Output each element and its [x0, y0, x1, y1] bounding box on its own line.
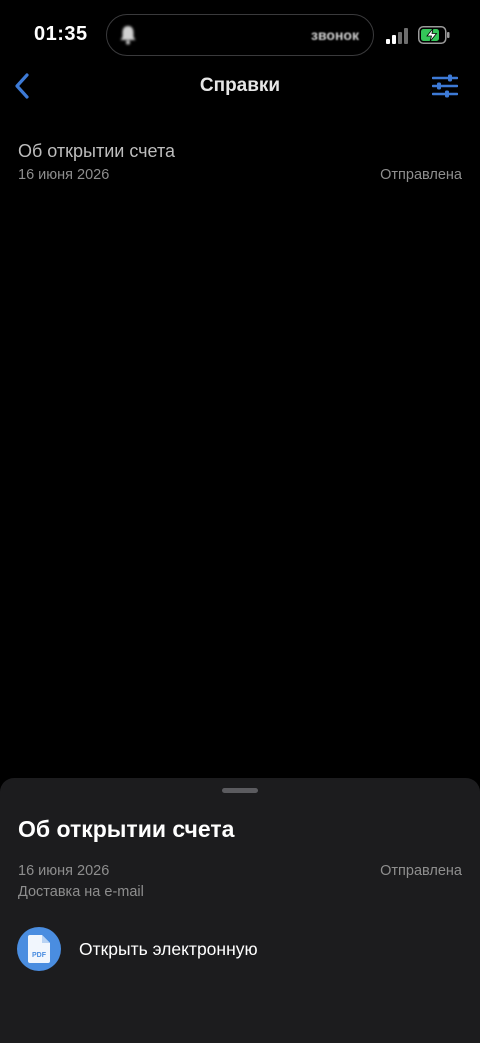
island-call-text: звонок	[311, 27, 359, 43]
pdf-icon-badge: PDF	[17, 927, 61, 971]
pdf-file-icon: PDF	[28, 935, 50, 963]
filter-sliders-icon[interactable]	[432, 74, 458, 98]
sheet-date: 16 июня 2026	[18, 863, 110, 879]
status-bar: 01:35 звонок	[0, 0, 480, 70]
pdf-label: PDF	[32, 952, 47, 959]
sheet-status: Отправлена	[380, 863, 462, 879]
certificate-title: Об открытии счета	[18, 141, 175, 161]
certificate-list-item[interactable]: Об открытии счета 16 июня 2026 Отправлен…	[0, 134, 480, 194]
status-time: 01:35	[34, 23, 88, 45]
sheet-delivery-method: Доставка на e-mail	[18, 884, 144, 900]
cellular-signal-icon	[386, 28, 408, 44]
open-electronic-button[interactable]: PDF Открыть электронную	[17, 927, 463, 973]
certificate-status: Отправлена	[380, 167, 462, 183]
sheet-title: Об открытии счета	[18, 816, 235, 842]
bottom-sheet: Об открытии счета 16 июня 2026 Отправлен…	[0, 778, 480, 1043]
bell-icon	[120, 26, 136, 45]
open-electronic-label: Открыть электронную	[79, 939, 258, 959]
navigation-bar: Справки	[0, 64, 480, 108]
certificate-date: 16 июня 2026	[18, 167, 110, 183]
page-title: Справки	[199, 75, 281, 96]
battery-charging-icon	[418, 26, 450, 44]
sheet-drag-handle[interactable]	[222, 788, 258, 793]
dynamic-island[interactable]: звонок	[106, 14, 374, 56]
